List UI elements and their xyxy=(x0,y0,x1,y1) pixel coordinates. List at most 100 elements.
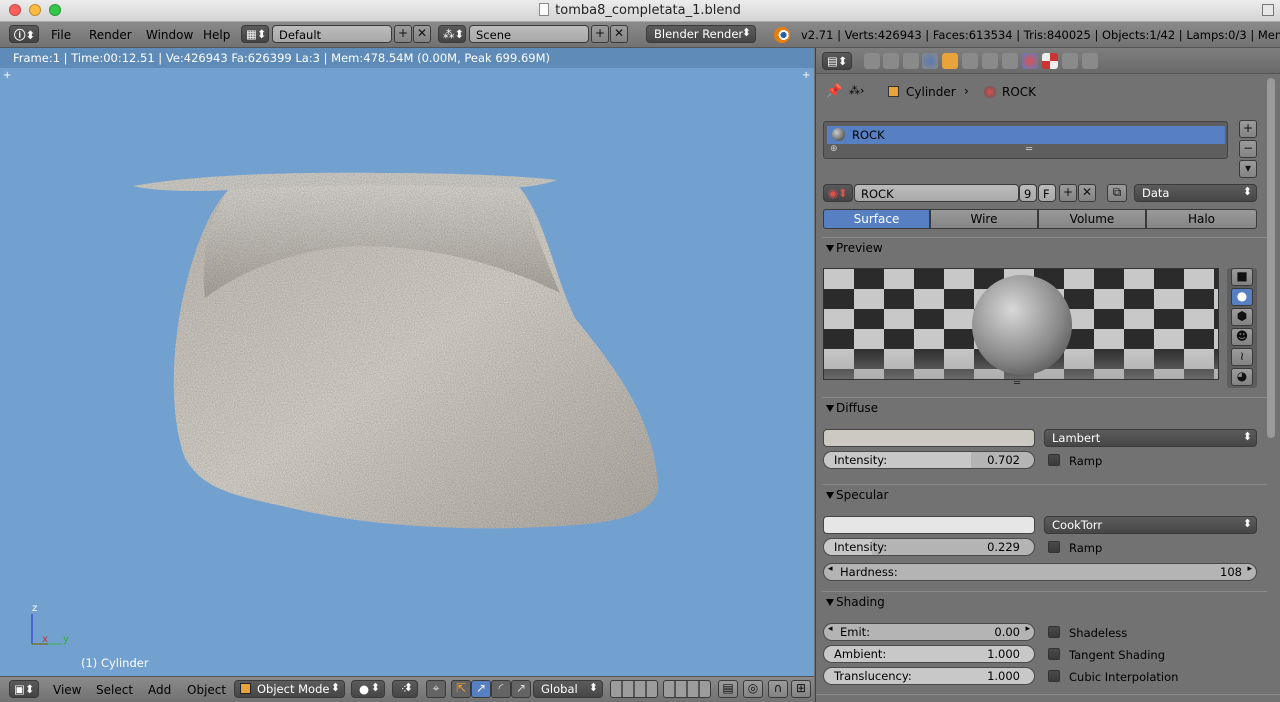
modifiers-tab-icon[interactable] xyxy=(982,53,998,69)
transform-orientation-button[interactable]: ↗ xyxy=(511,680,531,698)
slot-specials-button[interactable]: ▾ xyxy=(1239,160,1257,178)
transform-orientation-select[interactable]: Global xyxy=(533,680,603,698)
ambient-slider[interactable]: Ambient: 1.000 xyxy=(823,645,1035,663)
specular-shader-select[interactable]: CookTorr xyxy=(1044,516,1257,534)
editor-type-properties-menu[interactable]: ▤⬍ xyxy=(822,52,852,70)
layer-buttons-1[interactable] xyxy=(610,680,658,698)
viewport-shading-select[interactable]: ● xyxy=(351,680,385,698)
fake-user-button[interactable]: F xyxy=(1038,184,1056,202)
delete-scene-button[interactable]: ✕ xyxy=(610,25,628,43)
scale-manipulator-button[interactable]: ◜ xyxy=(491,680,511,698)
cubic-interpolation-checkbox[interactable] xyxy=(1048,670,1060,682)
properties-scrollbar[interactable] xyxy=(1267,78,1275,438)
layer-lock-button[interactable]: ▤ xyxy=(718,680,738,698)
material-link-select[interactable]: Data xyxy=(1134,184,1257,202)
screen-layout-field[interactable]: Default xyxy=(272,25,392,43)
scene-tab-icon[interactable] xyxy=(903,53,919,69)
diffuse-intensity-slider[interactable]: Intensity: 0.702 xyxy=(823,451,1035,469)
diffuse-ramp-checkbox[interactable] xyxy=(1048,454,1060,466)
rock-mesh[interactable] xyxy=(0,48,814,676)
snap-toggle-button[interactable]: ∩ xyxy=(768,680,788,698)
preview-sphere-button[interactable]: ● xyxy=(1231,288,1253,306)
preview-flat-button[interactable]: ■ xyxy=(1231,268,1253,286)
increment-arrow-icon[interactable]: ▸ xyxy=(1025,624,1030,634)
particles-tab-icon[interactable] xyxy=(1062,53,1078,69)
menu-help[interactable]: Help xyxy=(203,28,230,42)
specular-intensity-slider[interactable]: Intensity: 0.229 xyxy=(823,538,1035,556)
material-name-field[interactable]: ROCK xyxy=(854,184,1019,202)
delete-screen-button[interactable]: ✕ xyxy=(413,25,431,43)
render-tab-icon[interactable] xyxy=(864,53,880,69)
pin-icon[interactable]: 📌 xyxy=(826,84,842,99)
tangent-shading-checkbox[interactable] xyxy=(1048,648,1060,660)
menu-view[interactable]: View xyxy=(53,683,81,697)
fullscreen-icon[interactable] xyxy=(1262,4,1274,16)
tab-wire[interactable]: Wire xyxy=(930,209,1038,229)
render-engine-select[interactable]: Blender Render xyxy=(646,25,756,43)
diffuse-panel-header[interactable]: Diffuse xyxy=(822,397,1267,419)
scene-browse[interactable]: ⁂⬍ xyxy=(438,25,466,43)
mode-select[interactable]: Object Mode xyxy=(234,680,345,698)
tab-volume[interactable]: Volume xyxy=(1038,209,1146,229)
diffuse-shader-select[interactable]: Lambert xyxy=(1044,429,1257,447)
material-users-count[interactable]: 9 xyxy=(1019,184,1037,202)
data-tab-icon[interactable] xyxy=(1002,53,1018,69)
hardness-field[interactable]: ◂ Hardness: 108 ▸ xyxy=(823,563,1257,581)
menu-add[interactable]: Add xyxy=(148,683,171,697)
world-tab-icon[interactable] xyxy=(922,53,938,69)
render-layers-tab-icon[interactable] xyxy=(883,53,899,69)
translucency-slider[interactable]: Translucency: 1.000 xyxy=(823,667,1035,685)
material-slot-row[interactable]: ROCK xyxy=(827,126,1225,144)
specular-panel-header[interactable]: Specular xyxy=(822,484,1267,506)
rotate-manipulator-button[interactable]: ↗ xyxy=(471,680,491,698)
menu-render[interactable]: Render xyxy=(89,28,132,42)
menu-object[interactable]: Object xyxy=(187,683,226,697)
shadeless-checkbox[interactable] xyxy=(1048,626,1060,638)
material-slot-list[interactable]: ROCK ⊕ ═ xyxy=(823,121,1228,159)
diffuse-color-swatch[interactable] xyxy=(823,429,1035,447)
add-scene-button[interactable]: + xyxy=(591,25,609,43)
constraints-tab-icon[interactable] xyxy=(962,53,978,69)
preview-sky-button[interactable]: ◕ xyxy=(1231,368,1253,386)
snap-element-button[interactable]: ⊞ xyxy=(791,680,811,698)
object-tab-icon[interactable] xyxy=(942,53,958,69)
preview-panel-header[interactable]: Preview xyxy=(822,237,1267,259)
menu-file[interactable]: File xyxy=(51,28,71,42)
layer-buttons-2[interactable] xyxy=(663,680,711,698)
material-browse[interactable]: ◉⬍ xyxy=(823,184,853,202)
preview-hair-button[interactable]: ≀ xyxy=(1231,348,1253,366)
list-filter-icon[interactable]: ⊕ xyxy=(830,144,838,154)
proportional-edit-button[interactable]: ◎ xyxy=(743,680,763,698)
texture-tab-icon[interactable] xyxy=(1042,53,1058,69)
physics-tab-icon[interactable] xyxy=(1082,53,1098,69)
translate-manipulator-button[interactable]: ⇱ xyxy=(451,680,471,698)
material-tab-icon[interactable] xyxy=(1022,53,1038,69)
preview-monkey-button[interactable]: ☻ xyxy=(1231,328,1253,346)
editor-type-3d-menu[interactable]: ▣⬍ xyxy=(9,680,39,698)
decrement-arrow-icon[interactable]: ◂ xyxy=(828,624,833,634)
pivot-point-select[interactable]: ⁘ xyxy=(392,680,418,698)
shading-panel-header[interactable]: Shading xyxy=(822,591,1267,613)
preview-cube-button[interactable]: ⬢ xyxy=(1231,308,1253,326)
remove-slot-button[interactable]: − xyxy=(1239,140,1257,158)
unlink-material-button[interactable]: ✕ xyxy=(1078,184,1096,202)
add-slot-button[interactable]: + xyxy=(1239,120,1257,138)
link-type-icon-button[interactable]: ⧉ xyxy=(1107,184,1127,202)
list-resize-handle[interactable]: ═ xyxy=(1026,144,1032,155)
screen-layout-browse[interactable]: ▦⬍ xyxy=(241,25,269,43)
specular-color-swatch[interactable] xyxy=(823,516,1035,534)
decrement-arrow-icon[interactable]: ◂ xyxy=(828,564,833,574)
emit-field[interactable]: ◂ Emit: 0.00 ▸ xyxy=(823,623,1035,641)
new-material-button[interactable]: + xyxy=(1059,184,1077,202)
tab-surface[interactable]: Surface xyxy=(823,209,930,229)
preview-resize-handle[interactable]: ═ xyxy=(1014,378,1020,389)
scene-field[interactable]: Scene xyxy=(469,25,589,43)
add-screen-button[interactable]: + xyxy=(394,25,412,43)
specular-ramp-checkbox[interactable] xyxy=(1048,541,1060,553)
3d-viewport[interactable]: Frame:1 | Time:00:12.51 | Ve:426943 Fa:6… xyxy=(0,48,814,676)
tab-halo[interactable]: Halo xyxy=(1146,209,1257,229)
menu-window[interactable]: Window xyxy=(146,28,193,42)
manipulator-toggle[interactable]: ⌖ xyxy=(426,680,446,698)
editor-type-menu[interactable]: ⓘ⬍ xyxy=(9,25,39,43)
menu-select[interactable]: Select xyxy=(96,683,133,697)
